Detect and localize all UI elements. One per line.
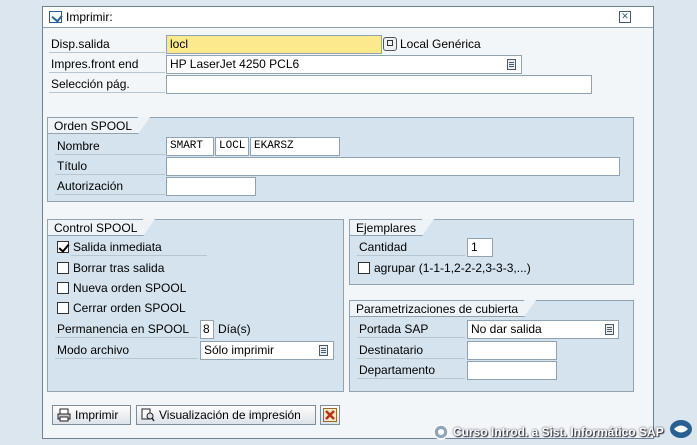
- delete-after-output-checkbox[interactable]: [57, 262, 69, 274]
- frontend-printer-select[interactable]: HP LaserJet 4250 PCL6: [166, 55, 522, 74]
- page-selection-label: Selección pág.: [49, 75, 165, 93]
- print-preview-button-label: Visualización de impresión: [159, 408, 301, 422]
- dropdown-icon[interactable]: [605, 324, 614, 335]
- spool-control-title: Control SPOOL: [48, 219, 156, 236]
- new-spool-request-label: Nueva orden SPOOL: [73, 281, 187, 295]
- sap-cover-select[interactable]: No dar salida: [467, 320, 619, 339]
- delete-after-output-label: Borrar tras salida: [73, 261, 165, 275]
- archive-mode-label: Modo archivo: [55, 341, 198, 359]
- edit-icon: [49, 11, 62, 23]
- spool-title-input[interactable]: [166, 157, 620, 176]
- print-preview-button[interactable]: Visualización de impresión: [136, 405, 316, 425]
- cancel-icon: [323, 408, 337, 422]
- archive-mode-select[interactable]: Sólo imprimir: [200, 341, 334, 360]
- spool-name-part-2[interactable]: LOCL: [215, 137, 249, 156]
- spool-name-part-1[interactable]: SMART: [166, 137, 214, 156]
- new-spool-request-checkbox[interactable]: [57, 282, 69, 294]
- lookup-icon[interactable]: [383, 37, 397, 51]
- printer-icon: [57, 408, 71, 422]
- collate-checkbox[interactable]: [358, 262, 370, 274]
- authorization-label: Autorización: [55, 177, 165, 195]
- close-spool-request-label: Cerrar orden SPOOL: [73, 301, 186, 315]
- print-button-label: Imprimir: [75, 408, 119, 422]
- department-label: Departamento: [357, 361, 465, 379]
- authorization-input[interactable]: [166, 177, 256, 196]
- frontend-printer-label: Impres.front end: [49, 55, 165, 73]
- print-immediately-checkbox[interactable]: [57, 241, 69, 253]
- recipient-input[interactable]: [467, 341, 557, 360]
- cancel-button[interactable]: [320, 405, 340, 425]
- copies-title: Ejemplares: [350, 219, 435, 236]
- close-icon[interactable]: ✕: [619, 11, 631, 23]
- spool-request-title: Orden SPOOL: [48, 117, 151, 134]
- recipient-label: Destinatario: [357, 341, 465, 359]
- output-device-input[interactable]: locl: [166, 35, 382, 54]
- quantity-input[interactable]: 1: [467, 238, 493, 257]
- dropdown-icon[interactable]: [319, 345, 328, 356]
- output-device-description: Local Genérica: [400, 37, 481, 51]
- sap-cover-label: Portada SAP: [357, 320, 465, 338]
- department-input[interactable]: [467, 361, 557, 380]
- cover-page-title: Parametrizaciones de cubierta: [350, 300, 537, 317]
- spool-name-label: Nombre: [55, 137, 165, 155]
- gear-icon: [433, 424, 449, 440]
- dialog-titlebar: Imprimir: ✕: [43, 7, 653, 28]
- retention-unit-label: Día(s): [218, 322, 251, 336]
- brand-text: Curso Introd. a Sist. Informático SAP: [453, 425, 664, 439]
- dialog-title: Imprimir:: [66, 10, 113, 24]
- sap-logo-icon: [670, 420, 692, 438]
- spool-title-label: Título: [55, 157, 165, 175]
- quantity-label: Cantidad: [357, 238, 465, 256]
- output-device-label: Disp.salida: [49, 35, 165, 53]
- dropdown-icon[interactable]: [507, 59, 516, 70]
- spool-name-part-3[interactable]: EKARSZ: [250, 137, 340, 156]
- page-selection-input[interactable]: [166, 75, 592, 94]
- print-preview-icon: [141, 408, 155, 422]
- close-spool-request-checkbox[interactable]: [57, 302, 69, 314]
- retention-label: Permanencia en SPOOL: [55, 320, 198, 338]
- collate-label: agrupar (1-1-1,2-2-2,3-3-3,...): [374, 261, 531, 275]
- retention-days-input[interactable]: 8: [200, 320, 214, 339]
- print-button[interactable]: Imprimir: [52, 405, 131, 425]
- print-immediately-label: Salida inmediata: [71, 238, 207, 256]
